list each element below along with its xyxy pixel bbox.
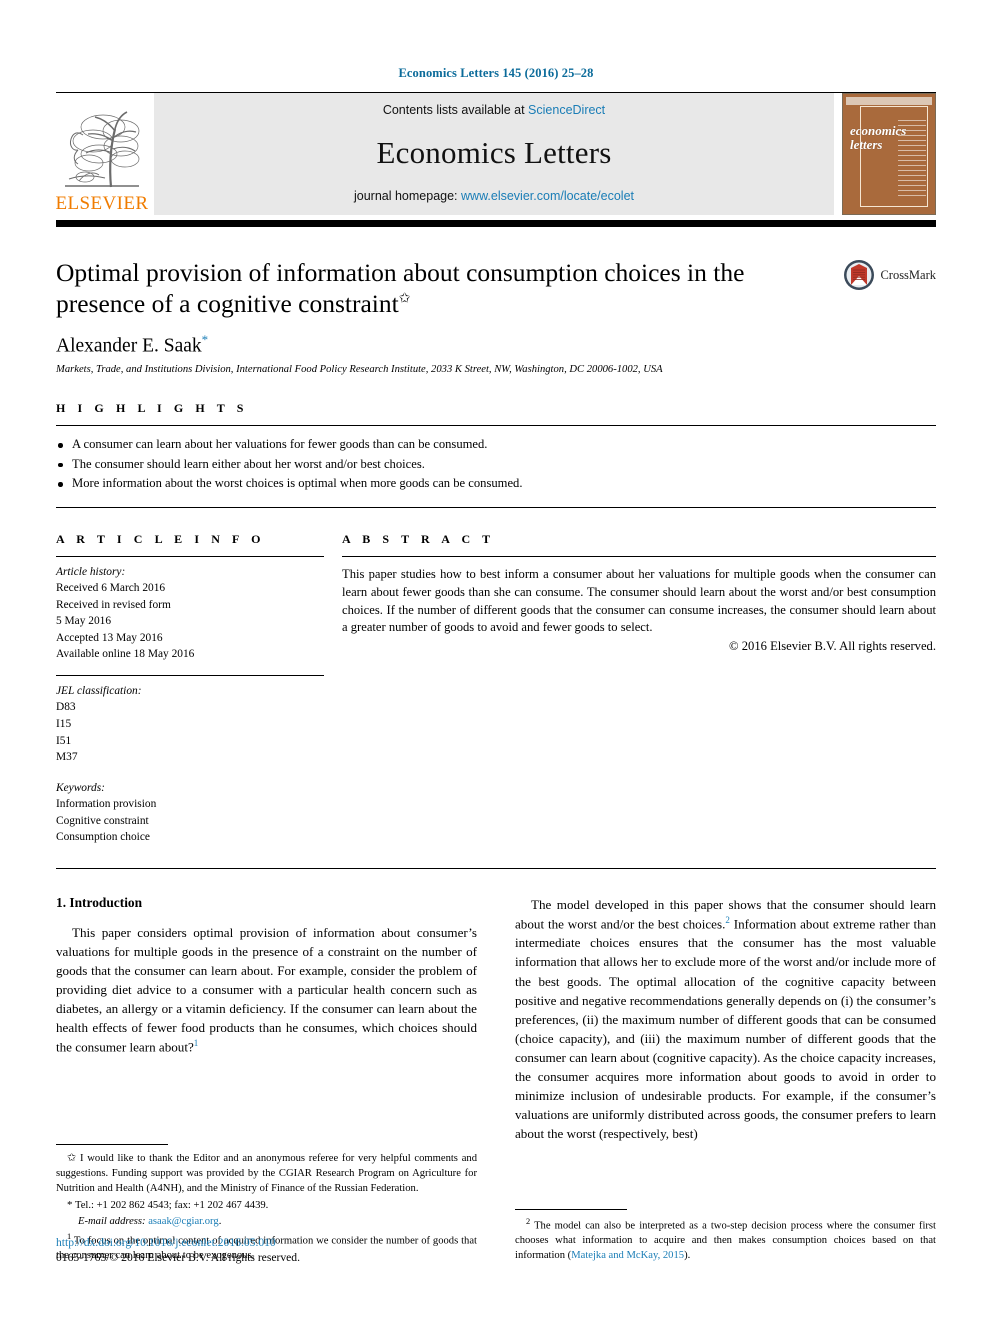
footnote-email-line: E-mail address: asaak@cgiar.org. bbox=[56, 1215, 477, 1230]
abstract-label: A B S T R A C T bbox=[342, 531, 495, 546]
footnote-ref-2[interactable]: 2 bbox=[725, 915, 730, 925]
email-link[interactable]: asaak@cgiar.org bbox=[148, 1216, 218, 1227]
contents-available-line: Contents lists available at ScienceDirec… bbox=[383, 103, 605, 117]
journal-title: Economics Letters bbox=[376, 135, 612, 170]
footnote-2-text-part2: ). bbox=[684, 1249, 691, 1261]
journal-homepage-line: journal homepage: www.elsevier.com/locat… bbox=[354, 189, 634, 203]
title-block: CrossMark Optimal provision of informati… bbox=[56, 257, 936, 375]
keyword: Information provision bbox=[56, 798, 157, 811]
jel-code: I15 bbox=[56, 718, 72, 731]
article-history-line: Received 6 March 2016 bbox=[56, 582, 166, 595]
footnote-star-marker: ✩ bbox=[67, 1152, 77, 1165]
email-period: . bbox=[218, 1215, 222, 1227]
jel-group: JEL classification: D83 I15 I51 M37 bbox=[56, 683, 324, 766]
masthead-center-panel: Contents lists available at ScienceDirec… bbox=[154, 93, 834, 215]
footnote-2-marker: 2 bbox=[526, 1216, 531, 1226]
citation-link-matejka-mckay[interactable]: Matejka and McKay, 2015 bbox=[571, 1250, 684, 1261]
footnote-corr-marker: * bbox=[67, 1198, 73, 1211]
highlights-label: H I G H L I G H T S bbox=[56, 401, 248, 416]
footnote-star-text: I would like to thank the Editor and an … bbox=[56, 1153, 477, 1195]
abstract-copyright: © 2016 Elsevier B.V. All rights reserved… bbox=[729, 639, 936, 654]
crossmark-badge[interactable]: CrossMark bbox=[843, 259, 936, 291]
crossmark-label: CrossMark bbox=[880, 267, 936, 282]
running-head: Economics Letters 145 (2016) 25–28 bbox=[398, 66, 594, 80]
intro-paragraph-text: This paper considers optimal provision o… bbox=[56, 924, 477, 1055]
model-paragraph: The model developed in this paper shows … bbox=[515, 895, 936, 1144]
abstract-text: This paper studies how to best inform a … bbox=[342, 566, 936, 635]
list-item: A consumer can learn about her valuation… bbox=[56, 435, 936, 455]
body-column-left: 1. Introduction This paper considers opt… bbox=[56, 895, 477, 1265]
article-history-line: 5 May 2016 bbox=[56, 615, 112, 628]
body-columns: 1. Introduction This paper considers opt… bbox=[56, 895, 936, 1265]
section-title-introduction: 1. Introduction bbox=[56, 894, 143, 910]
journal-cover-thumbnail: economics letters bbox=[842, 93, 936, 215]
article-info-divider bbox=[56, 674, 324, 676]
author-affiliation: Markets, Trade, and Institutions Divisio… bbox=[56, 364, 663, 376]
crossmark-icon bbox=[844, 260, 875, 290]
abstract-rule bbox=[342, 555, 936, 557]
author-footnote-marker[interactable]: * bbox=[202, 332, 209, 347]
info-abstract-section: A R T I C L E I N F O Article history: R… bbox=[56, 532, 936, 846]
article-info-rule bbox=[56, 555, 324, 557]
article-info-label: A R T I C L E I N F O bbox=[56, 531, 266, 546]
jel-code: I51 bbox=[56, 734, 72, 747]
paper-title-text: Optimal provision of information about c… bbox=[56, 258, 745, 319]
elsevier-tree-icon bbox=[65, 111, 140, 188]
article-info-column: A R T I C L E I N F O Article history: R… bbox=[56, 532, 324, 846]
cover-title-text: economics letters bbox=[850, 124, 916, 151]
masthead-bottom-rule bbox=[56, 220, 936, 227]
body-column-right: The model developed in this paper shows … bbox=[515, 895, 936, 1265]
issn-copyright-line: 0165-1765/© 2016 Elsevier B.V. All right… bbox=[56, 1251, 300, 1265]
cover-title-line2: letters bbox=[850, 136, 883, 152]
title-footnote-marker[interactable]: ✩ bbox=[399, 292, 411, 307]
journal-homepage-link[interactable]: www.elsevier.com/locate/ecolet bbox=[461, 189, 634, 203]
footnote-2: 2 The model can also be interpreted as a… bbox=[515, 1216, 936, 1264]
keyword: Consumption choice bbox=[56, 831, 150, 844]
footnotes-right: 2 The model can also be interpreted as a… bbox=[515, 1208, 936, 1265]
page-title: Optimal provision of information about c… bbox=[56, 257, 824, 320]
article-history-line: Received in revised form bbox=[56, 598, 171, 611]
journal-masthead: ELSEVIER Contents lists available at Sci… bbox=[56, 93, 936, 215]
homepage-prefix: journal homepage: bbox=[353, 189, 462, 203]
keywords-group: Keywords: Information provision Cognitiv… bbox=[56, 780, 324, 846]
model-paragraph-part2: Information about extreme rather than in… bbox=[515, 916, 936, 1142]
article-history-group: Article history: Received 6 March 2016 R… bbox=[56, 564, 324, 663]
abstract-column: A B S T R A C T This paper studies how t… bbox=[342, 532, 936, 846]
cover-title-line1: economics bbox=[850, 123, 907, 138]
elsevier-logo: ELSEVIER bbox=[56, 93, 148, 215]
intro-paragraph: This paper considers optimal provision o… bbox=[56, 923, 477, 1057]
paper-page: Economics Letters 145 (2016) 25–28 ELSEV… bbox=[0, 0, 992, 1323]
highlights-bottom-rule bbox=[56, 506, 936, 508]
contents-prefix: Contents lists available at bbox=[382, 103, 529, 117]
footnote-ref-1[interactable]: 1 bbox=[194, 1038, 199, 1048]
author-line: Alexander E. Saak* bbox=[56, 332, 824, 358]
article-history-line: Available online 18 May 2016 bbox=[56, 648, 195, 661]
list-item: The consumer should learn either about h… bbox=[56, 455, 936, 475]
footnote-corresponding: * Tel.: +1 202 862 4543; fax: +1 202 467… bbox=[56, 1198, 477, 1214]
footnote-rule bbox=[56, 1144, 168, 1146]
keywords-heading: Keywords: bbox=[56, 781, 105, 794]
list-item: More information about the worst choices… bbox=[56, 474, 936, 494]
highlights-section: H I G H L I G H T S A consumer can learn… bbox=[56, 401, 936, 508]
article-history-heading: Article history: bbox=[56, 565, 126, 578]
keyword: Cognitive constraint bbox=[56, 814, 149, 827]
author-name: Alexander E. Saak bbox=[56, 335, 202, 357]
article-history-line: Accepted 13 May 2016 bbox=[56, 631, 163, 644]
highlights-list: A consumer can learn about her valuation… bbox=[56, 435, 936, 494]
jel-heading: JEL classification: bbox=[56, 684, 142, 697]
elsevier-wordmark: ELSEVIER bbox=[55, 193, 149, 214]
sciencedirect-link[interactable]: ScienceDirect bbox=[528, 103, 605, 117]
jel-code: D83 bbox=[56, 701, 76, 714]
highlights-top-rule bbox=[56, 425, 936, 427]
footnote-star: ✩ I would like to thank the Editor and a… bbox=[56, 1151, 477, 1196]
body-top-rule bbox=[56, 867, 936, 869]
cover-top-band bbox=[846, 97, 932, 105]
footnote-rule bbox=[515, 1208, 627, 1210]
email-label: E-mail address: bbox=[78, 1215, 146, 1227]
footnote-corr-text: Tel.: +1 202 862 4543; fax: +1 202 467 4… bbox=[74, 1199, 269, 1211]
doi-footer: http://dx.doi.org/10.1016/j.econlet.2016… bbox=[56, 1235, 300, 1266]
jel-code: M37 bbox=[56, 751, 78, 764]
doi-link[interactable]: http://dx.doi.org/10.1016/j.econlet.2016… bbox=[56, 1235, 300, 1251]
